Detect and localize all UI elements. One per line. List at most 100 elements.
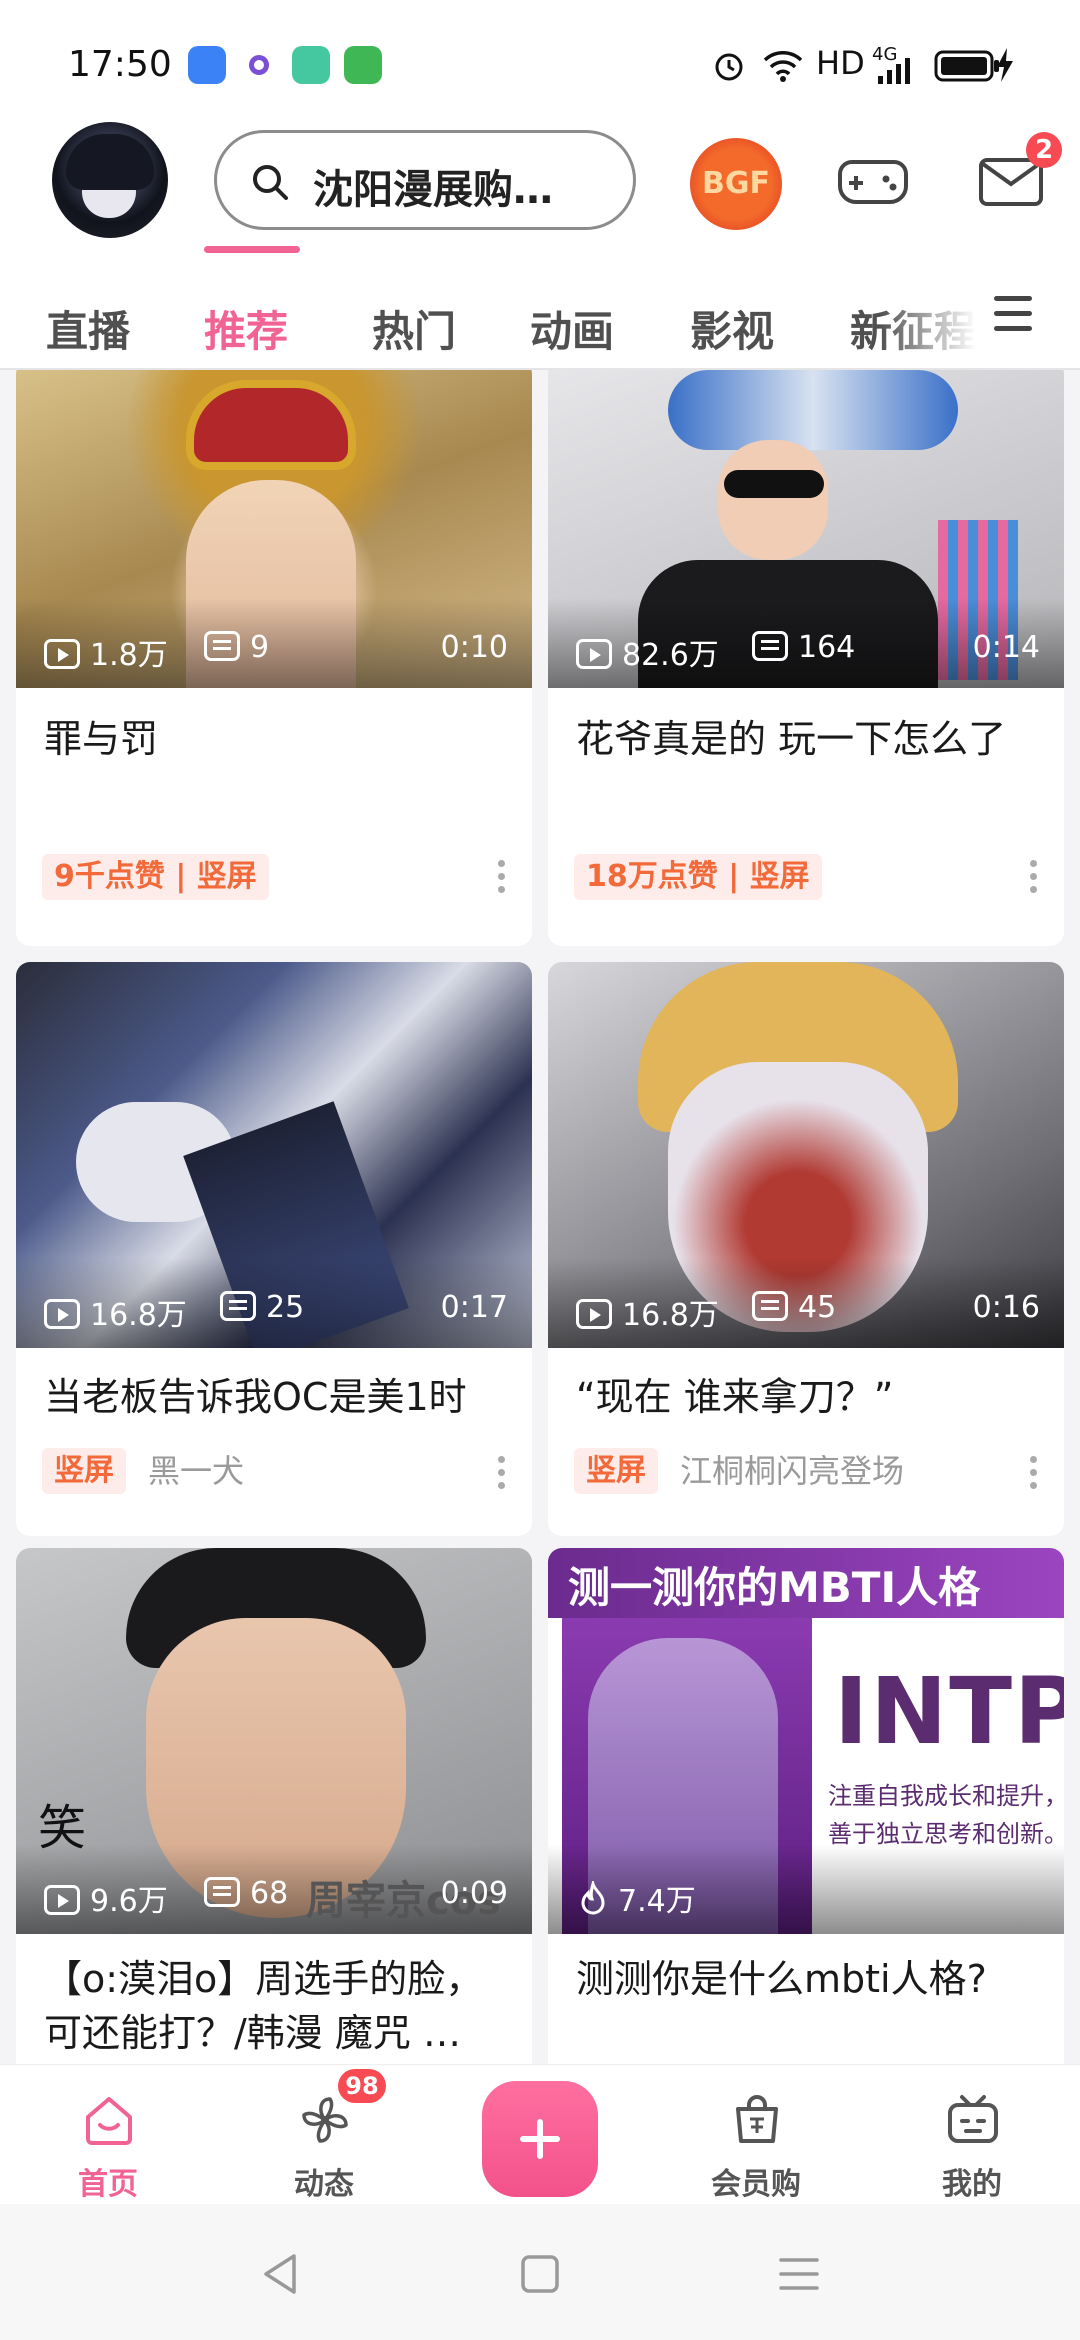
video-duration: 0:17 xyxy=(440,1290,508,1325)
thumb-crown xyxy=(186,380,356,470)
home-square-icon[interactable] xyxy=(520,2254,560,2294)
video-title: 【o:漠泪o】周选手的脸，可还能打？/韩漫 魔咒 … xyxy=(44,1957,484,2055)
alarm-icon xyxy=(715,53,743,81)
more-options-icon[interactable] xyxy=(498,860,506,894)
danmaku-icon xyxy=(204,631,240,661)
tab-menu-icon[interactable] xyxy=(994,296,1032,336)
video-duration: 0:16 xyxy=(972,1290,1040,1325)
video-thumbnail: 测一测你的MBTI人格 INTP 注重自我成长和提升， 善于独立思考和创新。 7… xyxy=(548,1548,1064,1934)
hot-count-value: 7.4万 xyxy=(618,1884,696,1919)
video-title: 罪与罚 xyxy=(44,717,159,761)
play-count-icon xyxy=(44,639,80,669)
avatar-hair xyxy=(66,134,154,190)
tab-hot[interactable]: 热门 xyxy=(372,298,456,359)
play-count-value: 16.8万 xyxy=(622,1298,719,1333)
video-card[interactable]: 测一测你的MBTI人格 INTP 注重自我成长和提升， 善于独立思考和创新。 7… xyxy=(548,1548,1064,2066)
tab-animation[interactable]: 动画 xyxy=(530,298,614,359)
play-count-value: 82.6万 xyxy=(622,638,719,673)
user-avatar[interactable] xyxy=(52,122,168,238)
uploader-name[interactable]: 黑一犬 xyxy=(148,1448,244,1494)
uploader-name[interactable]: 江桐桐闪亮登场 xyxy=(680,1448,904,1494)
thumb-heading: 测一测你的MBTI人格 xyxy=(568,1563,981,1612)
play-count-icon xyxy=(576,1299,612,1329)
video-title: 测测你是什么mbti人格? xyxy=(576,1957,987,2001)
charging-icon xyxy=(997,48,1013,82)
nav-home-label: 首页 xyxy=(78,2167,138,2202)
thumb-headdress xyxy=(668,370,958,450)
nav-dynamic-label: 动态 xyxy=(294,2167,354,2202)
pinwheel-icon xyxy=(302,2097,348,2143)
danmaku-count: 9 xyxy=(204,630,269,665)
video-title: 花爷真是的 玩一下怎么了 xyxy=(576,717,1007,761)
home-icon xyxy=(86,2097,132,2145)
message-notification-icon xyxy=(344,46,382,84)
thumb-mbti-type: INTP xyxy=(834,1658,1064,1765)
more-options-icon[interactable] xyxy=(1030,1456,1038,1490)
status-time: 17:50 xyxy=(68,44,172,85)
play-count: 16.8万 xyxy=(576,1290,719,1334)
video-card[interactable]: 1.8万 9 0:10 罪与罚 9千点赞 | 竖屏 xyxy=(16,370,532,946)
video-title: 当老板告诉我OC是美1时 xyxy=(44,1375,467,1419)
thumb-desc-line1: 注重自我成长和提升， xyxy=(828,1782,1064,1810)
danmaku-count: 164 xyxy=(752,630,855,665)
video-stats: 7.4万 xyxy=(548,1876,1064,1919)
event-logo-button[interactable]: BGF xyxy=(690,138,782,230)
bottom-navigation: 首页 动态 98 会员购 我的 xyxy=(0,2064,1080,2204)
wifi-icon xyxy=(763,51,803,82)
search-bar[interactable]: 沈阳漫展购… xyxy=(214,130,636,230)
play-count: 1.8万 xyxy=(44,630,168,674)
video-tag: 18万点赞 | 竖屏 xyxy=(574,854,822,900)
dynamic-badge: 98 xyxy=(338,2069,386,2103)
video-tag: 竖屏 xyxy=(42,1448,126,1494)
phone-notification-icon xyxy=(292,46,330,84)
play-count-icon xyxy=(44,1299,80,1329)
danmaku-count: 68 xyxy=(204,1876,288,1911)
danmaku-value: 9 xyxy=(250,630,270,665)
tab-recommend[interactable]: 推荐 xyxy=(204,298,288,359)
video-card[interactable]: 16.8万 45 0:16 “现在 谁来拿刀？” 竖屏 江桐桐闪亮登场 xyxy=(548,962,1064,1536)
video-card[interactable]: 82.6万 164 0:14 花爷真是的 玩一下怎么了 18万点赞 | 竖屏 xyxy=(548,370,1064,946)
play-count-value: 9.6万 xyxy=(90,1884,168,1919)
play-count: 82.6万 xyxy=(576,630,719,674)
status-bar: 17:50 HD 4G xyxy=(0,0,1080,118)
more-options-icon[interactable] xyxy=(1030,860,1038,894)
danmaku-value: 45 xyxy=(798,1290,837,1325)
nav-mine-label: 我的 xyxy=(942,2167,1002,2202)
back-icon[interactable] xyxy=(260,2252,300,2296)
gamepad-icon[interactable] xyxy=(838,154,908,210)
play-count-icon xyxy=(44,1885,80,1915)
tv-icon xyxy=(948,2095,998,2143)
video-thumbnail: 16.8万 25 0:17 xyxy=(16,962,532,1348)
tab-film[interactable]: 影视 xyxy=(690,298,774,359)
video-stats: 9.6万 68 0:09 xyxy=(16,1876,532,1919)
video-card[interactable]: 16.8万 25 0:17 当老板告诉我OC是美1时 竖屏 黑一犬 xyxy=(16,962,532,1536)
video-stats: 16.8万 45 0:16 xyxy=(548,1290,1064,1333)
fire-icon xyxy=(581,1878,605,1915)
tab-live[interactable]: 直播 xyxy=(46,298,130,359)
video-title: “现在 谁来拿刀？” xyxy=(576,1375,894,1419)
play-count-value: 1.8万 xyxy=(90,638,168,673)
play-count: 9.6万 xyxy=(44,1876,168,1920)
recents-icon[interactable] xyxy=(778,2256,820,2292)
video-thumbnail: 16.8万 45 0:16 xyxy=(548,962,1064,1348)
more-options-icon[interactable] xyxy=(498,1456,506,1490)
active-tab-indicator xyxy=(204,246,300,253)
tab-fade xyxy=(880,288,1000,360)
danmaku-icon xyxy=(220,1291,256,1321)
play-count-value: 16.8万 xyxy=(90,1298,187,1333)
app-notification-icon xyxy=(188,46,226,84)
video-card[interactable]: 笑 周宰京cos 9.6万 68 0:09 【o:漠泪o】周选手的脸，可还能打？… xyxy=(16,1548,532,2066)
danmaku-icon xyxy=(752,631,788,661)
video-feed: 1.8万 9 0:10 罪与罚 9千点赞 | 竖屏 82.6万 164 0:14… xyxy=(0,370,1080,2066)
mail-badge: 2 xyxy=(1026,132,1062,168)
danmaku-value: 68 xyxy=(250,1876,289,1911)
danmaku-value: 164 xyxy=(798,630,856,665)
video-thumbnail: 82.6万 164 0:14 xyxy=(548,370,1064,688)
signal-icon xyxy=(878,58,910,84)
publish-button[interactable] xyxy=(482,2081,598,2197)
system-navigation-bar xyxy=(0,2204,1080,2340)
search-icon xyxy=(253,165,288,200)
danmaku-count: 25 xyxy=(220,1290,304,1325)
video-duration: 0:10 xyxy=(440,630,508,665)
top-header: 沈阳漫展购… BGF 2 直播 推荐 热门 动画 影视 新征程 xyxy=(0,118,1080,368)
